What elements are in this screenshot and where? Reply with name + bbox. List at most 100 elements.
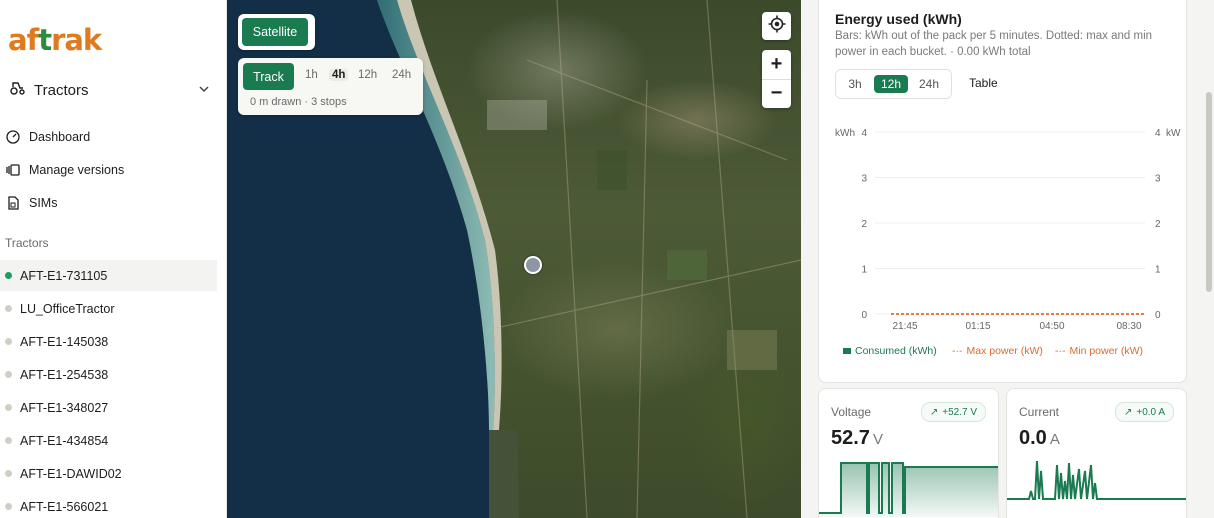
current-unit: A <box>1049 431 1060 448</box>
tractor-name: LU_OfficeTractor <box>20 301 115 316</box>
y-tick-left: 3 <box>861 174 867 185</box>
current-delta: +0.0 A <box>1136 406 1165 418</box>
nav-sims[interactable]: SIMs <box>6 192 216 214</box>
sim-card-icon <box>6 196 20 210</box>
offline-status-dot <box>5 437 12 444</box>
energy-card: Energy used (kWh) Bars: kWh out of the p… <box>818 0 1187 383</box>
zoom-out-button[interactable]: − <box>762 80 791 109</box>
nav-manage-versions[interactable]: Manage versions <box>6 159 216 181</box>
x-tick-label: 01:15 <box>965 321 990 332</box>
voltage-value-row: 52.7 V <box>831 427 883 450</box>
tractor-item[interactable]: AFT-E1-566021 <box>0 491 217 518</box>
y-tick-right: 1 <box>1155 265 1161 276</box>
tractor-item[interactable]: AFT-E1-254538 <box>0 359 217 390</box>
track-range-1h[interactable]: 1h <box>302 69 321 81</box>
current-card: Current ↗ +0.0 A 0.0 A <box>1006 388 1187 518</box>
y-tick-right: 0 <box>1155 310 1161 321</box>
tractor-name: AFT-E1-348027 <box>20 400 109 415</box>
tractor-item[interactable]: AFT-E1-731105 <box>0 260 217 291</box>
tractor-group-icon <box>10 81 26 100</box>
speedometer-icon <box>6 130 20 144</box>
org-selector[interactable]: Tractors <box>10 78 210 102</box>
tractor-item[interactable]: LU_OfficeTractor <box>0 293 217 324</box>
voltage-value: 52.7 <box>831 427 870 449</box>
tractors-section-title: Tractors <box>5 236 49 250</box>
tractor-name: AFT-E1-254538 <box>20 367 109 382</box>
locate-button[interactable] <box>762 12 791 40</box>
aftrak-logo[interactable]: aftrak <box>8 22 102 58</box>
track-range-4h[interactable]: 4h <box>329 69 349 81</box>
chevron-down-icon <box>198 82 210 100</box>
offline-status-dot <box>5 338 12 345</box>
legend-max-power: -·- Max power (kW) <box>952 345 1043 357</box>
tractor-item[interactable]: AFT-E1-DAWID02 <box>0 458 217 489</box>
x-tick-label: 08:30 <box>1116 321 1141 332</box>
nav-dashboard[interactable]: Dashboard <box>6 126 216 148</box>
legend-consumed-swatch <box>843 348 851 354</box>
voltage-unit: V <box>872 431 883 448</box>
track-button[interactable]: Track <box>243 63 294 90</box>
org-selector-label: Tractors <box>34 81 89 99</box>
y-tick-left: 0 <box>861 310 867 321</box>
offline-status-dot <box>5 305 12 312</box>
y-axis-label-right: kW <box>1166 128 1181 139</box>
nav-dashboard-label: Dashboard <box>29 130 91 144</box>
tractor-name: AFT-E1-DAWID02 <box>20 466 122 481</box>
zoom-controls: + − <box>762 50 791 108</box>
zoom-in-button[interactable]: + <box>762 50 791 80</box>
y-tick-left: 2 <box>861 219 867 230</box>
voltage-delta-badge: ↗ +52.7 V <box>920 402 986 422</box>
legend-max-power-label: Max power (kW) <box>966 345 1043 357</box>
satellite-toggle-container: Satellite <box>238 14 315 50</box>
tractor-location-marker[interactable] <box>524 256 542 274</box>
satellite-button[interactable]: Satellite <box>242 18 308 46</box>
tractor-item[interactable]: AFT-E1-145038 <box>0 326 217 357</box>
track-status: 0 m drawn · 3 stops <box>250 96 347 108</box>
sidebar: aftrak Tractors Dashboard Manage version… <box>0 0 227 518</box>
tractor-name: AFT-E1-145038 <box>20 334 109 349</box>
legend-consumed: Consumed (kWh) <box>843 345 937 357</box>
current-label: Current <box>1019 405 1060 419</box>
offline-status-dot <box>5 371 12 378</box>
tractor-name: AFT-E1-434854 <box>20 433 109 448</box>
nav-sims-label: SIMs <box>29 196 58 210</box>
x-tick-label: 04:50 <box>1039 321 1064 332</box>
track-range-12h[interactable]: 12h <box>355 69 380 81</box>
y-tick-left: 4 <box>861 128 867 139</box>
current-value-row: 0.0 A <box>1019 427 1060 450</box>
voltage-delta: +52.7 V <box>942 406 977 418</box>
legend-max-power-swatch: -·- <box>952 345 963 357</box>
panel-scrollbar[interactable] <box>1206 92 1212 292</box>
offline-status-dot <box>5 404 12 411</box>
voltage-sparkline <box>819 462 998 517</box>
offline-status-dot <box>5 503 12 510</box>
current-value: 0.0 <box>1019 427 1047 449</box>
y-tick-left: 1 <box>861 265 867 276</box>
track-range-24h[interactable]: 24h <box>389 69 414 81</box>
current-delta-badge: ↗ +0.0 A <box>1114 402 1174 422</box>
online-status-dot <box>5 272 12 279</box>
y-tick-right: 3 <box>1155 174 1161 185</box>
energy-chart: 0 0 1 1 2 2 3 3 4 4 kWh kW 21:45 01:15 04:50 08:30 <box>835 128 1181 332</box>
satellite-map[interactable]: Satellite Track 1h 4h 12h 24h 0 m drawn … <box>227 0 801 518</box>
legend-min-power-label: Min power (kW) <box>1069 345 1144 357</box>
track-controls: Track 1h 4h 12h 24h 0 m drawn · 3 stops <box>238 58 423 115</box>
y-tick-right: 4 <box>1155 128 1161 139</box>
offline-status-dot <box>5 470 12 477</box>
tractor-item[interactable]: AFT-E1-348027 <box>0 392 217 423</box>
y-axis-label-left: kWh <box>835 128 855 139</box>
tractor-name: AFT-E1-731105 <box>20 268 108 283</box>
x-tick-label: 21:45 <box>892 321 917 332</box>
trend-up-icon: ↗ <box>929 406 939 418</box>
current-sparkline <box>1007 460 1186 500</box>
locate-crosshair-icon <box>768 15 786 38</box>
nav-manage-versions-label: Manage versions <box>29 163 125 177</box>
legend-min-power: -·- Min power (kW) <box>1055 345 1143 357</box>
tractor-item[interactable]: AFT-E1-434854 <box>0 425 217 456</box>
tractor-name: AFT-E1-566021 <box>20 499 109 514</box>
voltage-card: Voltage ↗ +52.7 V 52.7 V <box>818 388 999 518</box>
voltage-label: Voltage <box>831 405 872 419</box>
legend-consumed-label: Consumed (kWh) <box>855 345 937 357</box>
versions-icon <box>6 163 20 177</box>
details-panel: Energy used (kWh) Bars: kWh out of the p… <box>801 0 1214 518</box>
